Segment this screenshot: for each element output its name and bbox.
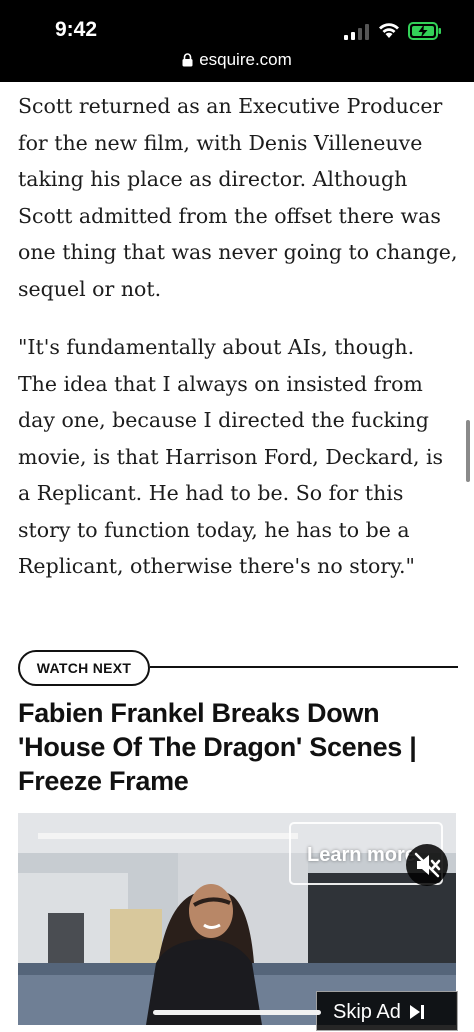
video-title[interactable]: Fabien Frankel Breaks Down 'House Of The… xyxy=(18,696,458,798)
watch-next-header: WATCH NEXT xyxy=(18,650,458,686)
status-time: 9:42 xyxy=(55,18,98,41)
watch-next-label: WATCH NEXT xyxy=(18,650,150,686)
article-body: Scott returned as an Executive Producer … xyxy=(18,88,458,607)
wifi-icon xyxy=(379,23,399,38)
lock-icon xyxy=(182,53,193,67)
status-bar: 9:42 esquire.com xyxy=(0,0,474,82)
scrollbar-thumb[interactable] xyxy=(466,420,470,482)
battery-charging-icon xyxy=(408,22,441,40)
signal-icon xyxy=(344,24,369,40)
article-paragraph: "It's fundamentally about AIs, though. T… xyxy=(18,335,444,578)
divider xyxy=(150,666,458,668)
skip-ad-button[interactable]: Skip Ad xyxy=(316,991,458,1031)
article-paragraph: Scott returned as an Executive Producer … xyxy=(18,94,458,301)
skip-next-icon xyxy=(409,1005,424,1019)
skip-ad-label: Skip Ad xyxy=(333,1001,401,1023)
url-text: esquire.com xyxy=(199,50,292,69)
address-bar[interactable]: esquire.com xyxy=(0,50,474,70)
unmute-button[interactable] xyxy=(406,844,448,886)
home-indicator[interactable] xyxy=(153,1010,321,1015)
muted-speaker-icon xyxy=(414,852,441,878)
